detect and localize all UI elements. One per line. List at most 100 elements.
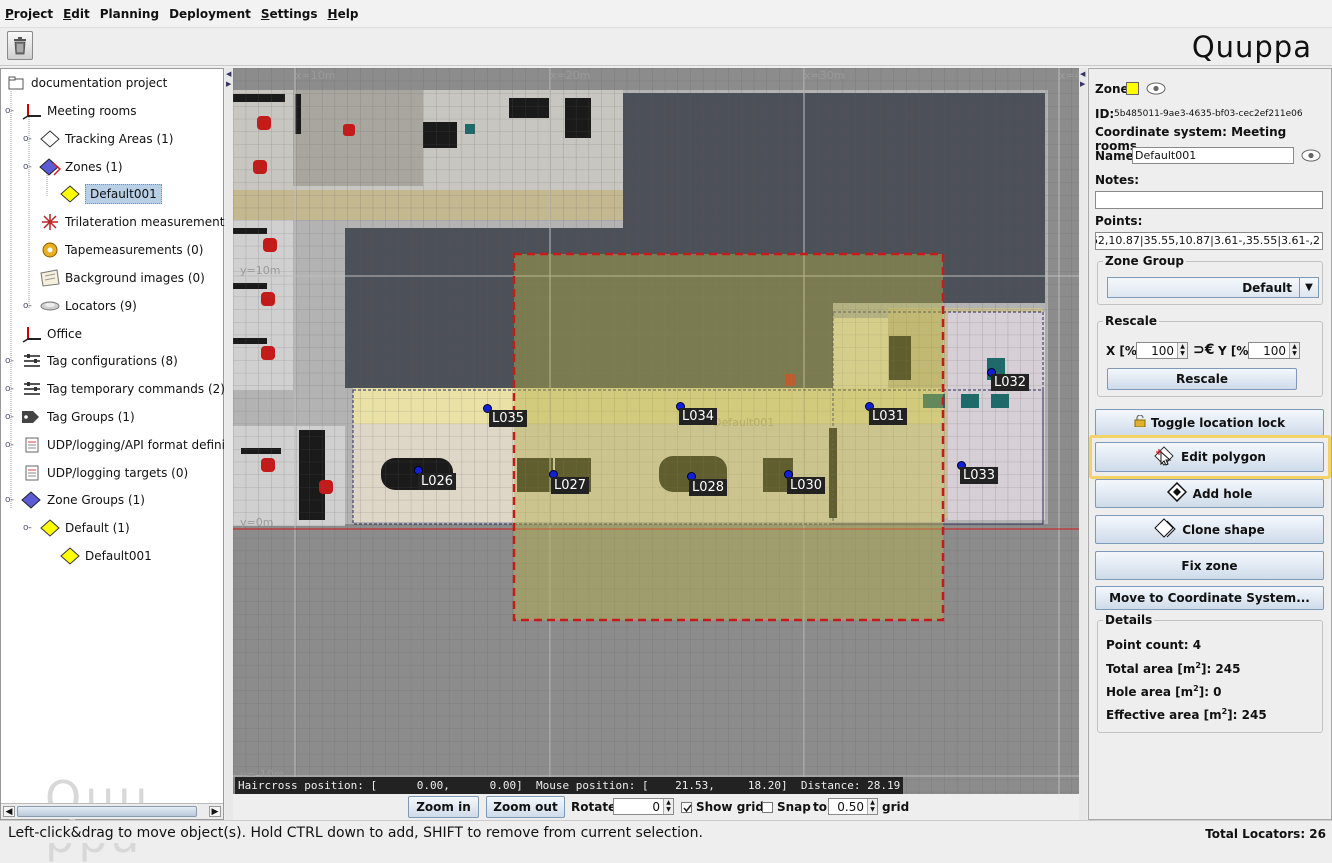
tree-item-tracking-areas[interactable]: o- Tracking Areas (1) — [23, 128, 173, 150]
locator-label-L035[interactable]: L035 — [489, 410, 528, 427]
expand-right-icon[interactable]: ▶ — [1080, 80, 1085, 88]
eye-icon[interactable] — [1301, 149, 1321, 165]
tree-item-trilateration[interactable]: Trilateration measurements (0) — [39, 211, 251, 233]
x-percent-spinner[interactable]: 100 ▲ ▼ — [1136, 342, 1188, 359]
expand-handle-icon: o- — [23, 134, 32, 144]
zoom-out-button[interactable]: Zoom out — [486, 796, 565, 818]
spinner-arrows-icon[interactable]: ▲ ▼ — [867, 799, 877, 814]
checkbox-unchecked-icon[interactable] — [762, 801, 773, 813]
toggle-lock-label: Toggle location lock — [1150, 415, 1286, 430]
y-percent-spinner[interactable]: 100 ▲ ▼ — [1248, 342, 1300, 359]
background-image-icon — [39, 268, 61, 288]
rotate-spinner[interactable]: 0 ▲ ▼ — [613, 798, 674, 815]
spinner-arrows-icon[interactable]: ▲ ▼ — [663, 799, 673, 814]
tree-item-zone-groups[interactable]: o- Zone Groups (1) — [5, 489, 145, 511]
zone-group-dropdown[interactable]: Default ▼ — [1107, 277, 1319, 298]
zone-yellow-icon — [59, 546, 81, 566]
tree-item-background-images[interactable]: Background images (0) — [39, 267, 205, 289]
locator-label-L031[interactable]: L031 — [869, 408, 908, 425]
menu-edit[interactable]: Edit — [63, 7, 90, 21]
tree-item-default001-group[interactable]: Default001 — [59, 545, 152, 567]
status-message: Left-click&drag to move object(s). Hold … — [8, 825, 703, 841]
tree-item-udp-targets[interactable]: UDP/logging targets (0) — [21, 462, 188, 484]
axis-label-x10: x=10m — [295, 69, 336, 82]
scroll-thumb[interactable] — [17, 806, 197, 817]
snap-value[interactable]: 0.50 — [829, 800, 867, 814]
menu-planning[interactable]: Planning — [100, 7, 159, 21]
menu-project[interactable]: Project — [5, 7, 53, 21]
spinner-arrows-icon[interactable]: ▲ ▼ — [1289, 343, 1299, 358]
menu-settings[interactable]: Settings — [261, 7, 318, 21]
tree-root[interactable]: documentation project — [5, 72, 167, 94]
expand-right-icon[interactable]: ▶ — [226, 80, 231, 88]
locator-label-L028[interactable]: L028 — [689, 479, 728, 496]
expand-handle-icon: o- — [5, 495, 14, 505]
tree-item-tag-temp-commands[interactable]: o- Tag temporary commands (2) — [5, 378, 225, 400]
eye-icon[interactable] — [1146, 82, 1166, 98]
locator-label-L034[interactable]: L034 — [679, 408, 718, 425]
scroll-right-icon[interactable]: ▶ — [209, 806, 221, 817]
collapse-left-icon[interactable]: ◀ — [226, 70, 231, 78]
fix-zone-button[interactable]: Fix zone — [1095, 551, 1324, 580]
menu-deployment[interactable]: Deployment — [169, 7, 251, 21]
tree-item-tapemeasurements[interactable]: Tapemeasurements (0) — [39, 239, 203, 261]
rescale-button[interactable]: Rescale — [1107, 368, 1297, 390]
zone-color-swatch[interactable] — [1126, 82, 1139, 95]
link-aspect-icon[interactable]: ⊃€ — [1193, 342, 1214, 358]
quuppa-logo: Quuppa — [1191, 30, 1312, 64]
spinner-arrows-icon[interactable]: ▲ ▼ — [1177, 343, 1187, 358]
zones-icon — [39, 157, 61, 177]
points-field[interactable]: 2,-3.61|35.55,-3.61|35.55,10.87|18.62,10… — [1095, 232, 1323, 250]
tree-item-default-group[interactable]: o- Default (1) — [23, 517, 130, 539]
tree-item-default001[interactable]: Default001 — [59, 183, 162, 205]
tree-item-locators[interactable]: o- Locators (9) — [23, 295, 137, 317]
folder-icon — [5, 73, 27, 93]
collapse-left-icon[interactable]: ◀ — [1080, 70, 1085, 78]
checkbox-checked-icon[interactable] — [681, 801, 692, 813]
expand-handle-icon: o- — [23, 523, 32, 533]
locator-icon — [39, 296, 61, 316]
notes-label: Notes: — [1095, 173, 1140, 187]
notes-field[interactable] — [1095, 191, 1323, 209]
tree-label: Trilateration measurements (0) — [65, 215, 252, 229]
tree-item-meeting-rooms[interactable]: o- Meeting rooms — [5, 100, 137, 122]
delete-button[interactable] — [7, 31, 33, 60]
expand-handle-icon: o- — [5, 384, 14, 394]
edit-polygon-label: Edit polygon — [1181, 450, 1266, 464]
floorplan-drawing — [233, 68, 1079, 794]
left-splitter[interactable]: ◀ ▶ — [225, 68, 233, 820]
toggle-location-lock-button[interactable]: Toggle location lock — [1095, 409, 1324, 436]
locator-label-L033[interactable]: L033 — [960, 467, 999, 484]
x-percent-value[interactable]: 100 — [1137, 344, 1177, 358]
chevron-down-icon[interactable]: ▼ — [1299, 278, 1318, 297]
locator-label-L027[interactable]: L027 — [551, 477, 590, 494]
clone-shape-button[interactable]: Clone shape — [1095, 515, 1324, 544]
move-to-coordinate-system-button[interactable]: Move to Coordinate System... — [1095, 586, 1324, 610]
tree-item-tag-groups[interactable]: o- Tag Groups (1) — [5, 406, 135, 428]
locator-label-L026[interactable]: L026 — [418, 473, 457, 490]
zoom-in-button[interactable]: Zoom in — [408, 796, 479, 818]
add-hole-button[interactable]: Add hole — [1095, 479, 1324, 508]
right-splitter[interactable]: ◀ ▶ — [1079, 68, 1087, 820]
snap-checkbox[interactable]: Snap — [762, 800, 811, 814]
locator-label-L030[interactable]: L030 — [787, 477, 826, 494]
scroll-left-icon[interactable]: ◀ — [3, 806, 15, 817]
edit-polygon-button[interactable]: Edit polygon — [1095, 442, 1324, 472]
rotate-value[interactable]: 0 — [614, 800, 663, 814]
tree-item-tag-configurations[interactable]: o- Tag configurations (8) — [5, 350, 178, 372]
floorplan-canvas[interactable]: x=10m x=20m x=30m x=4 y=10m y=0m y=-10m … — [233, 68, 1079, 794]
add-hole-label: Add hole — [1192, 486, 1253, 501]
tree-horizontal-scrollbar[interactable]: ◀ ▶ — [1, 803, 223, 819]
snap-spinner[interactable]: 0.50 ▲ ▼ — [828, 798, 878, 815]
y-percent-value[interactable]: 100 — [1249, 344, 1289, 358]
expand-handle-icon: o- — [23, 162, 32, 172]
position-readout: Haircross position: [ 0.00, 0.00] Mouse … — [235, 777, 904, 794]
tree-item-office[interactable]: Office — [21, 323, 82, 345]
axis-label-y0: y=0m — [240, 516, 274, 529]
name-field[interactable]: Default001 — [1132, 147, 1294, 164]
show-grid-checkbox[interactable]: Show grid — [681, 800, 764, 814]
tree-item-zones[interactable]: o- Zones (1) — [23, 156, 123, 178]
menu-help[interactable]: Help — [328, 7, 359, 21]
locator-label-L032[interactable]: L032 — [991, 374, 1030, 391]
tracking-area-icon — [39, 129, 61, 149]
